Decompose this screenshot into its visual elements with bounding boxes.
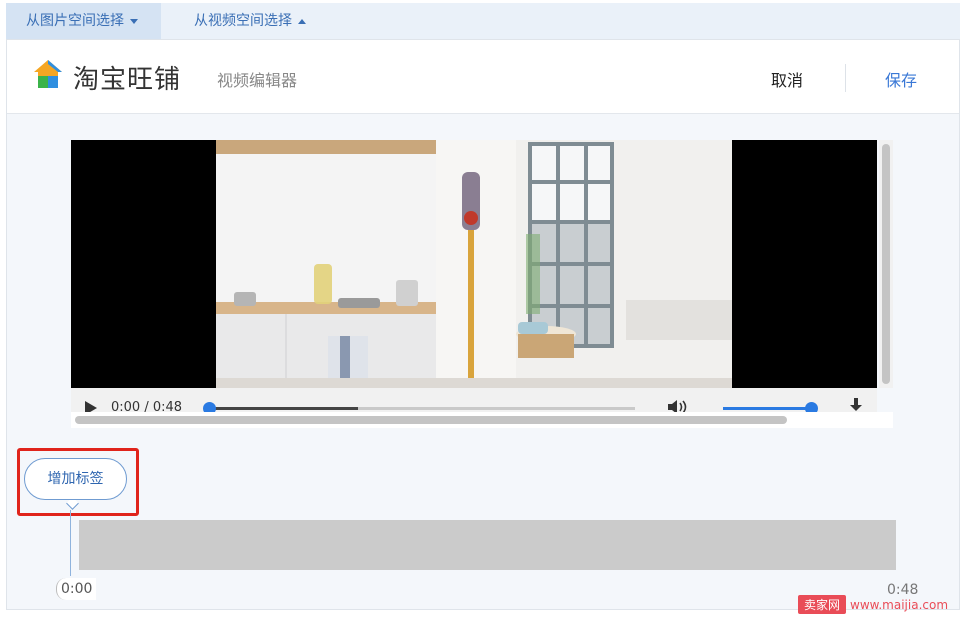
- taobao-shop-logo-icon: [34, 60, 62, 88]
- horizontal-scrollbar[interactable]: [71, 412, 893, 428]
- timeline-track[interactable]: [79, 520, 896, 570]
- tab-video-space-label: 从视频空间选择: [194, 13, 292, 29]
- caret-down-icon: [130, 18, 138, 24]
- video-editor-panel: 淘宝旺铺 视频编辑器 取消 保存 0:00 / 0:48 增加标签 0:00 0…: [6, 39, 960, 610]
- app-root: 从图片空间选择 从视频空间选择 淘宝旺铺 视频编辑器 取消 保存 0:00 / …: [0, 0, 961, 617]
- volume-knob[interactable]: [805, 402, 818, 412]
- watermark-url: www.maijia.com: [850, 598, 949, 612]
- vertical-scrollbar[interactable]: [879, 140, 893, 388]
- progress-fill: [209, 407, 359, 410]
- site-watermark: 卖家网 www.maijia.com: [798, 595, 948, 615]
- player-controls: 0:00 / 0:48: [71, 388, 877, 412]
- volume-icon[interactable]: [667, 399, 689, 412]
- timeline-start-time: 0:00: [56, 578, 97, 600]
- timeline-playhead[interactable]: [70, 510, 71, 576]
- tab-video-space[interactable]: 从视频空间选择: [194, 3, 306, 39]
- time-display: 0:00 / 0:48: [111, 400, 183, 412]
- volume-slider[interactable]: [723, 407, 815, 410]
- editor-subtitle: 视频编辑器: [217, 71, 298, 90]
- video-frame[interactable]: [71, 140, 877, 388]
- horizontal-scrollbar-thumb[interactable]: [75, 416, 787, 424]
- progress-knob[interactable]: [203, 402, 216, 412]
- source-tabs: 从图片空间选择 从视频空间选择: [6, 3, 960, 39]
- video-player: 0:00 / 0:48: [71, 140, 897, 430]
- tab-image-space[interactable]: 从图片空间选择: [6, 3, 161, 39]
- vertical-scrollbar-thumb[interactable]: [882, 144, 890, 384]
- download-icon[interactable]: [849, 398, 863, 412]
- editor-header: 淘宝旺铺 视频编辑器 取消 保存: [7, 40, 959, 114]
- caret-up-icon: [298, 18, 306, 24]
- add-tag-button[interactable]: 增加标签: [24, 458, 127, 500]
- video-thumbnail-kitchen-scene: [216, 140, 732, 388]
- cancel-button[interactable]: 取消: [771, 67, 803, 91]
- progress-track[interactable]: [209, 407, 635, 410]
- tab-image-space-label: 从图片空间选择: [26, 13, 124, 29]
- brand-name: 淘宝旺铺: [73, 65, 182, 95]
- play-icon[interactable]: [85, 401, 97, 412]
- header-divider: [845, 64, 846, 92]
- watermark-badge: 卖家网: [798, 595, 847, 614]
- save-button[interactable]: 保存: [885, 67, 917, 91]
